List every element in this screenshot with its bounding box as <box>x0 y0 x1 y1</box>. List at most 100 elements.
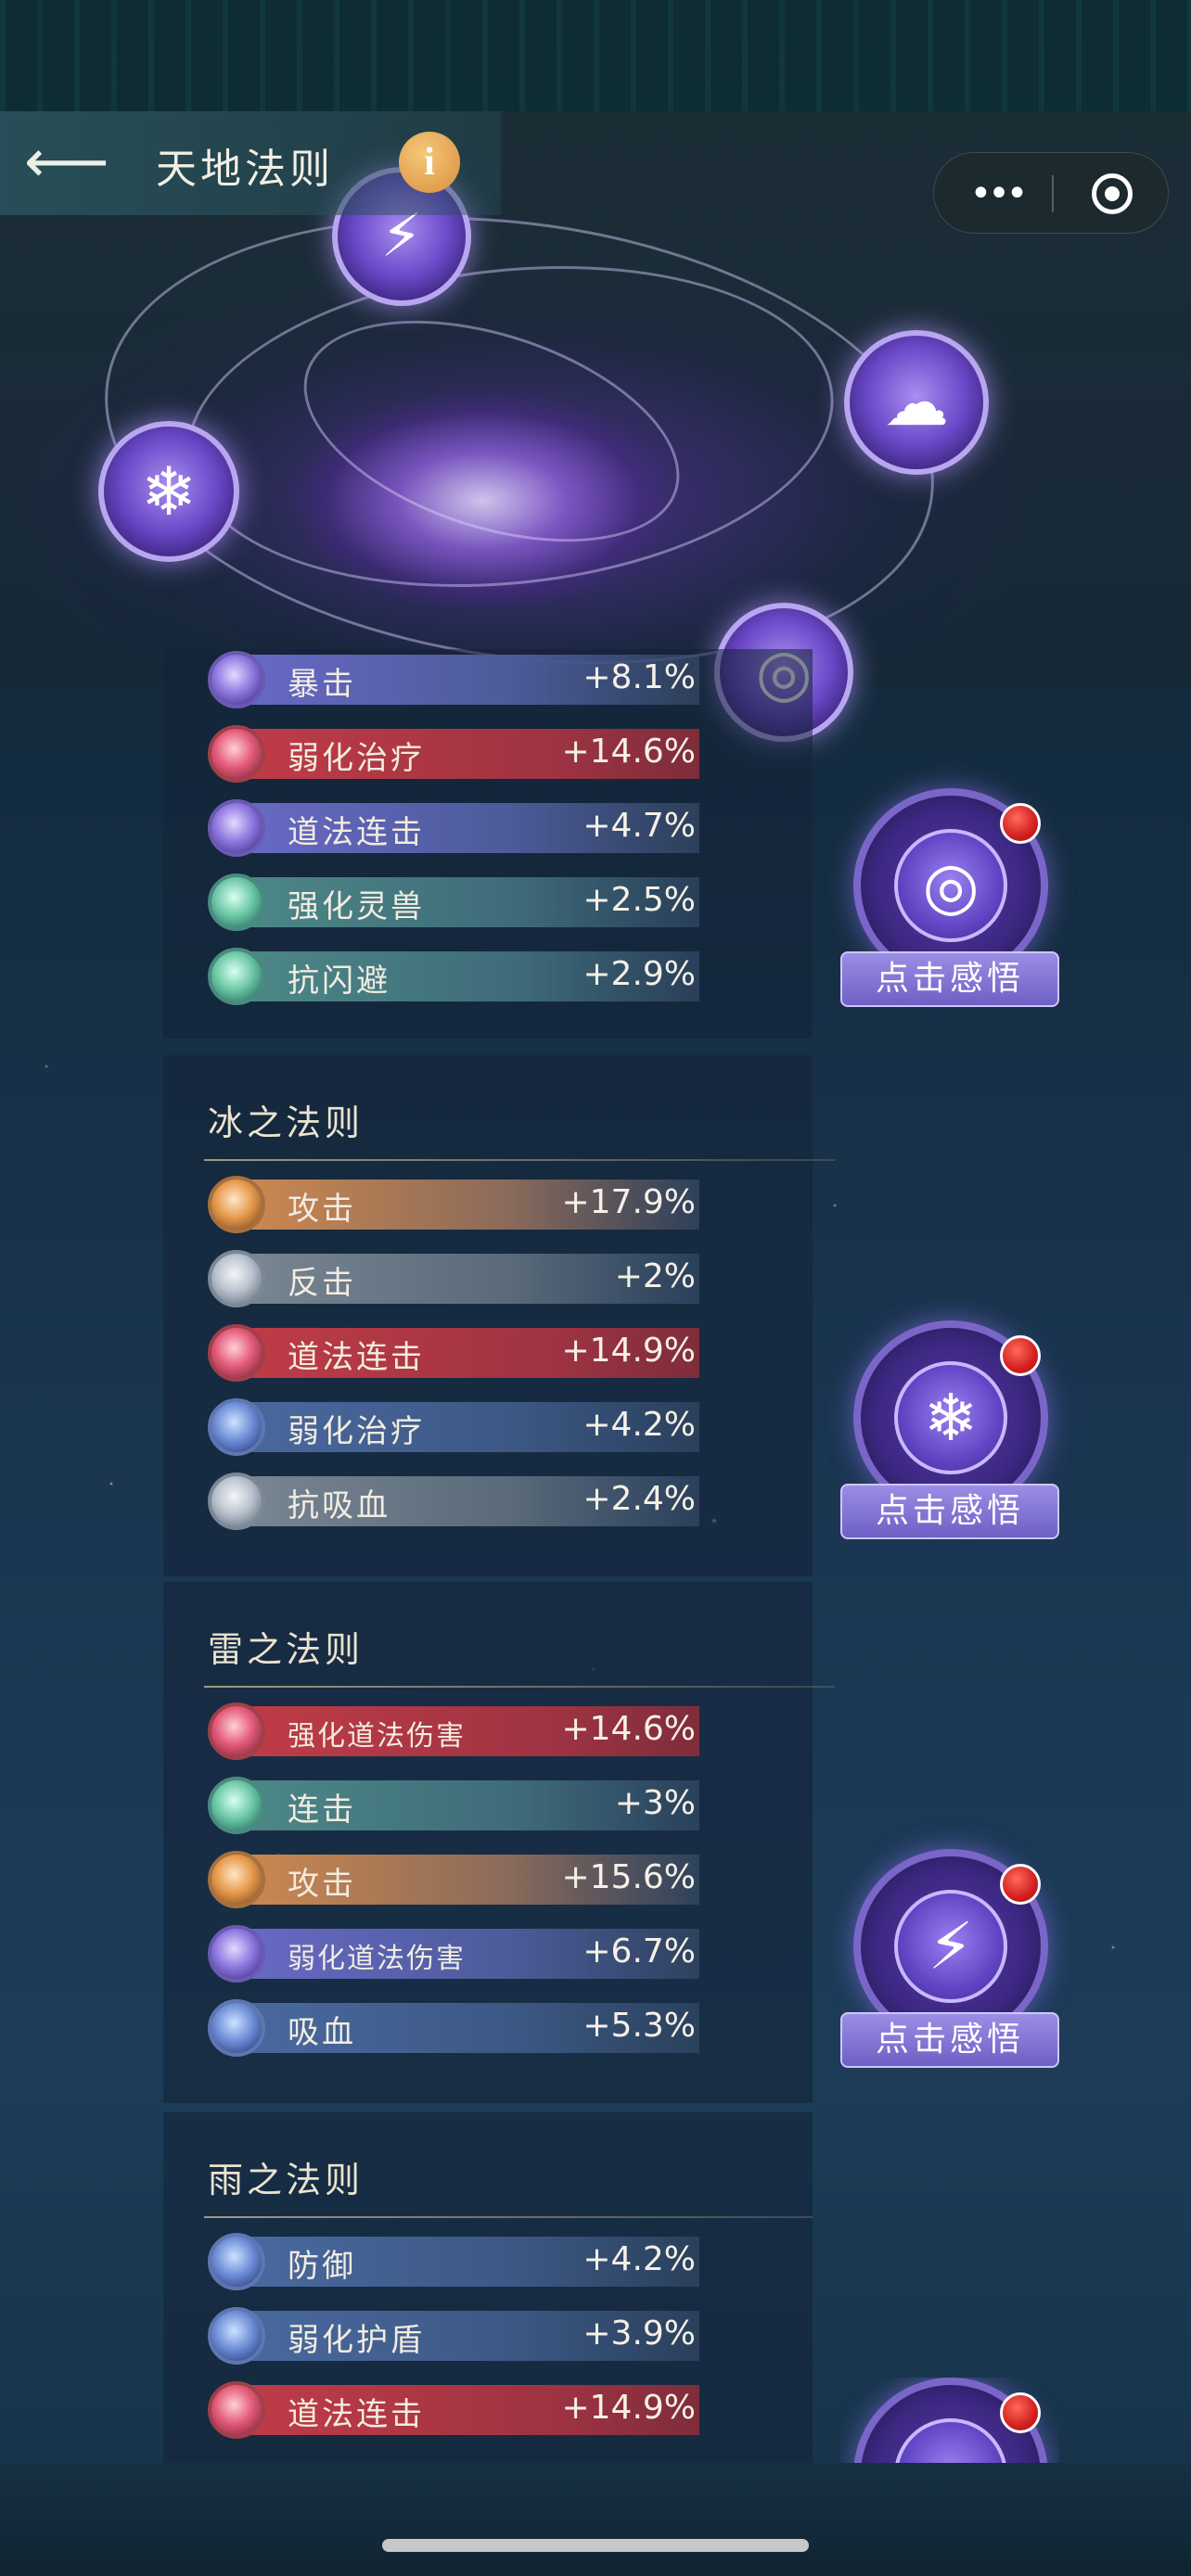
stat-row: 弱化护盾 +3.9% <box>208 2305 813 2365</box>
stat-value: +14.9% <box>561 1332 696 1370</box>
stat-value: +3% <box>614 1784 696 1822</box>
stat-name: 道法连击 <box>288 2396 425 2433</box>
snowflake-icon: ❄ <box>894 1361 1007 1474</box>
notification-dot <box>1000 803 1041 844</box>
more-options-icon[interactable]: ••• <box>960 170 1034 218</box>
enlighten-button-thunder[interactable]: ⚡ 点击感悟 <box>840 1849 1059 2072</box>
stat-gem-icon <box>208 1777 265 1834</box>
stat-name: 弱化道法伤害 <box>288 1943 466 1975</box>
stat-row: 抗闪避 +2.9% <box>208 946 848 1005</box>
stat-gem-icon <box>208 948 265 1005</box>
info-button[interactable]: i <box>399 132 460 193</box>
title-bar: ⟵ 天地法则 i ••• <box>0 111 1191 234</box>
stat-name: 弱化护盾 <box>288 2322 425 2359</box>
stat-name: 攻击 <box>288 1191 356 1228</box>
law-panel-ice: 冰之法则 攻击 +17.9% 反击 +2% 道法连击 +14.9% 弱化治疗 +… <box>163 1055 835 1576</box>
stat-value: +2% <box>614 1257 696 1295</box>
stat-value: +2.4% <box>583 1480 696 1518</box>
notification-dot <box>1000 1335 1041 1376</box>
stat-name: 道法连击 <box>288 1339 425 1376</box>
close-target-icon[interactable] <box>1092 173 1133 214</box>
title-divider <box>204 1159 835 1161</box>
stat-gem-icon <box>208 1176 265 1233</box>
stat-name: 强化灵兽 <box>288 888 425 925</box>
stat-row: 弱化治疗 +4.2% <box>208 1396 848 1456</box>
stat-value: +5.3% <box>583 2007 696 2045</box>
stat-name: 弱化治疗 <box>288 1413 425 1450</box>
stat-name: 吸血 <box>288 2014 356 2051</box>
snowflake-icon: ❄ <box>140 453 198 530</box>
notification-dot <box>1000 1864 1041 1905</box>
stat-row: 反击 +2% <box>208 1248 848 1307</box>
cloud-icon: ☁ <box>884 364 949 440</box>
stat-gem-icon <box>208 725 265 783</box>
stat-gem-icon <box>208 1851 265 1908</box>
stat-value: +3.9% <box>583 2315 696 2353</box>
stat-gem-icon <box>208 799 265 857</box>
stat-row: 攻击 +17.9% <box>208 1174 848 1233</box>
back-arrow-icon: ⟵ <box>24 128 109 197</box>
stat-gem-icon <box>208 2233 265 2290</box>
thunder-icon: ⚡ <box>894 1890 1007 2003</box>
cloud-orb[interactable]: ☁ <box>844 330 989 475</box>
stat-row: 攻击 +15.6% <box>208 1849 848 1908</box>
stat-value: +4.2% <box>583 2240 696 2278</box>
back-button[interactable]: ⟵ <box>24 130 117 195</box>
stat-name: 连击 <box>288 1792 356 1829</box>
stat-row: 弱化道法伤害 +6.7% <box>208 1923 848 1983</box>
stat-value: +8.1% <box>583 658 696 696</box>
stat-name: 攻击 <box>288 1866 356 1903</box>
stat-row: 道法连击 +4.7% <box>208 797 848 857</box>
stat-row: 连击 +3% <box>208 1775 848 1834</box>
stat-value: +17.9% <box>561 1183 696 1221</box>
stat-gem-icon <box>208 874 265 931</box>
law-title: 雷之法则 <box>208 1629 365 1670</box>
swirl-icon: ◎ <box>894 829 1007 942</box>
stat-value: +14.6% <box>561 1710 696 1748</box>
stat-row: 暴击 +8.1% <box>208 649 848 708</box>
enlighten-label: 点击感悟 <box>840 2012 1059 2068</box>
law-panel-rain: 雨之法则 防御 +4.2% 弱化护盾 +3.9% 道法连击 +14.9% <box>163 2112 813 2463</box>
ice-orb[interactable]: ❄ <box>98 421 239 562</box>
page-title: 天地法则 <box>156 146 334 193</box>
miniprogram-capsule: ••• <box>933 152 1169 234</box>
stat-row: 强化道法伤害 +14.6% <box>208 1701 848 1760</box>
stat-name: 抗闪避 <box>288 963 391 1000</box>
stat-value: +2.9% <box>583 955 696 993</box>
bottom-safe-area <box>0 2463 1191 2576</box>
stat-gem-icon <box>208 1925 265 1983</box>
enlighten-button-rain[interactable]: ☁ <box>840 2378 1059 2463</box>
stat-gem-icon <box>208 651 265 708</box>
notification-dot <box>1000 2392 1041 2433</box>
stat-value: +4.7% <box>583 807 696 845</box>
stat-gem-icon <box>208 1324 265 1382</box>
stat-gem-icon <box>208 1250 265 1307</box>
law-panel-thunder: 雷之法则 强化道法伤害 +14.6% 连击 +3% 攻击 +15.6% 弱化道法… <box>163 1582 835 2103</box>
enlighten-button-ice[interactable]: ❄ 点击感悟 <box>840 1320 1059 1543</box>
law-panel-1: 暴击 +8.1% 弱化治疗 +14.6% 道法连击 +4.7% 强化灵兽 +2.… <box>163 649 813 1039</box>
stat-gem-icon <box>208 2307 265 2365</box>
stat-row: 弱化治疗 +14.6% <box>208 723 848 783</box>
stat-name: 强化道法伤害 <box>288 1720 466 1753</box>
title-divider <box>204 1686 835 1688</box>
status-bar-area <box>0 0 1191 111</box>
enlighten-label: 点击感悟 <box>840 951 1059 1007</box>
stat-row: 吸血 +5.3% <box>208 1997 848 2057</box>
stat-value: +2.5% <box>583 881 696 919</box>
stat-name: 弱化治疗 <box>288 740 425 777</box>
stat-row: 抗吸血 +2.4% <box>208 1471 848 1530</box>
stat-value: +15.6% <box>561 1858 696 1896</box>
stat-value: +14.6% <box>561 733 696 771</box>
stat-row: 道法连击 +14.9% <box>208 2379 813 2439</box>
enlighten-button-1[interactable]: ◎ 点击感悟 <box>840 788 1059 1011</box>
stat-name: 反击 <box>288 1265 356 1302</box>
stat-name: 抗吸血 <box>288 1487 391 1524</box>
stat-row: 强化灵兽 +2.5% <box>208 872 848 931</box>
law-title: 冰之法则 <box>208 1103 365 1143</box>
stat-name: 防御 <box>288 2248 356 2285</box>
stat-name: 道法连击 <box>288 814 425 851</box>
stat-value: +14.9% <box>561 2389 696 2427</box>
stat-gem-icon <box>208 1473 265 1530</box>
stat-name: 暴击 <box>288 666 356 703</box>
home-indicator[interactable] <box>382 2539 809 2552</box>
